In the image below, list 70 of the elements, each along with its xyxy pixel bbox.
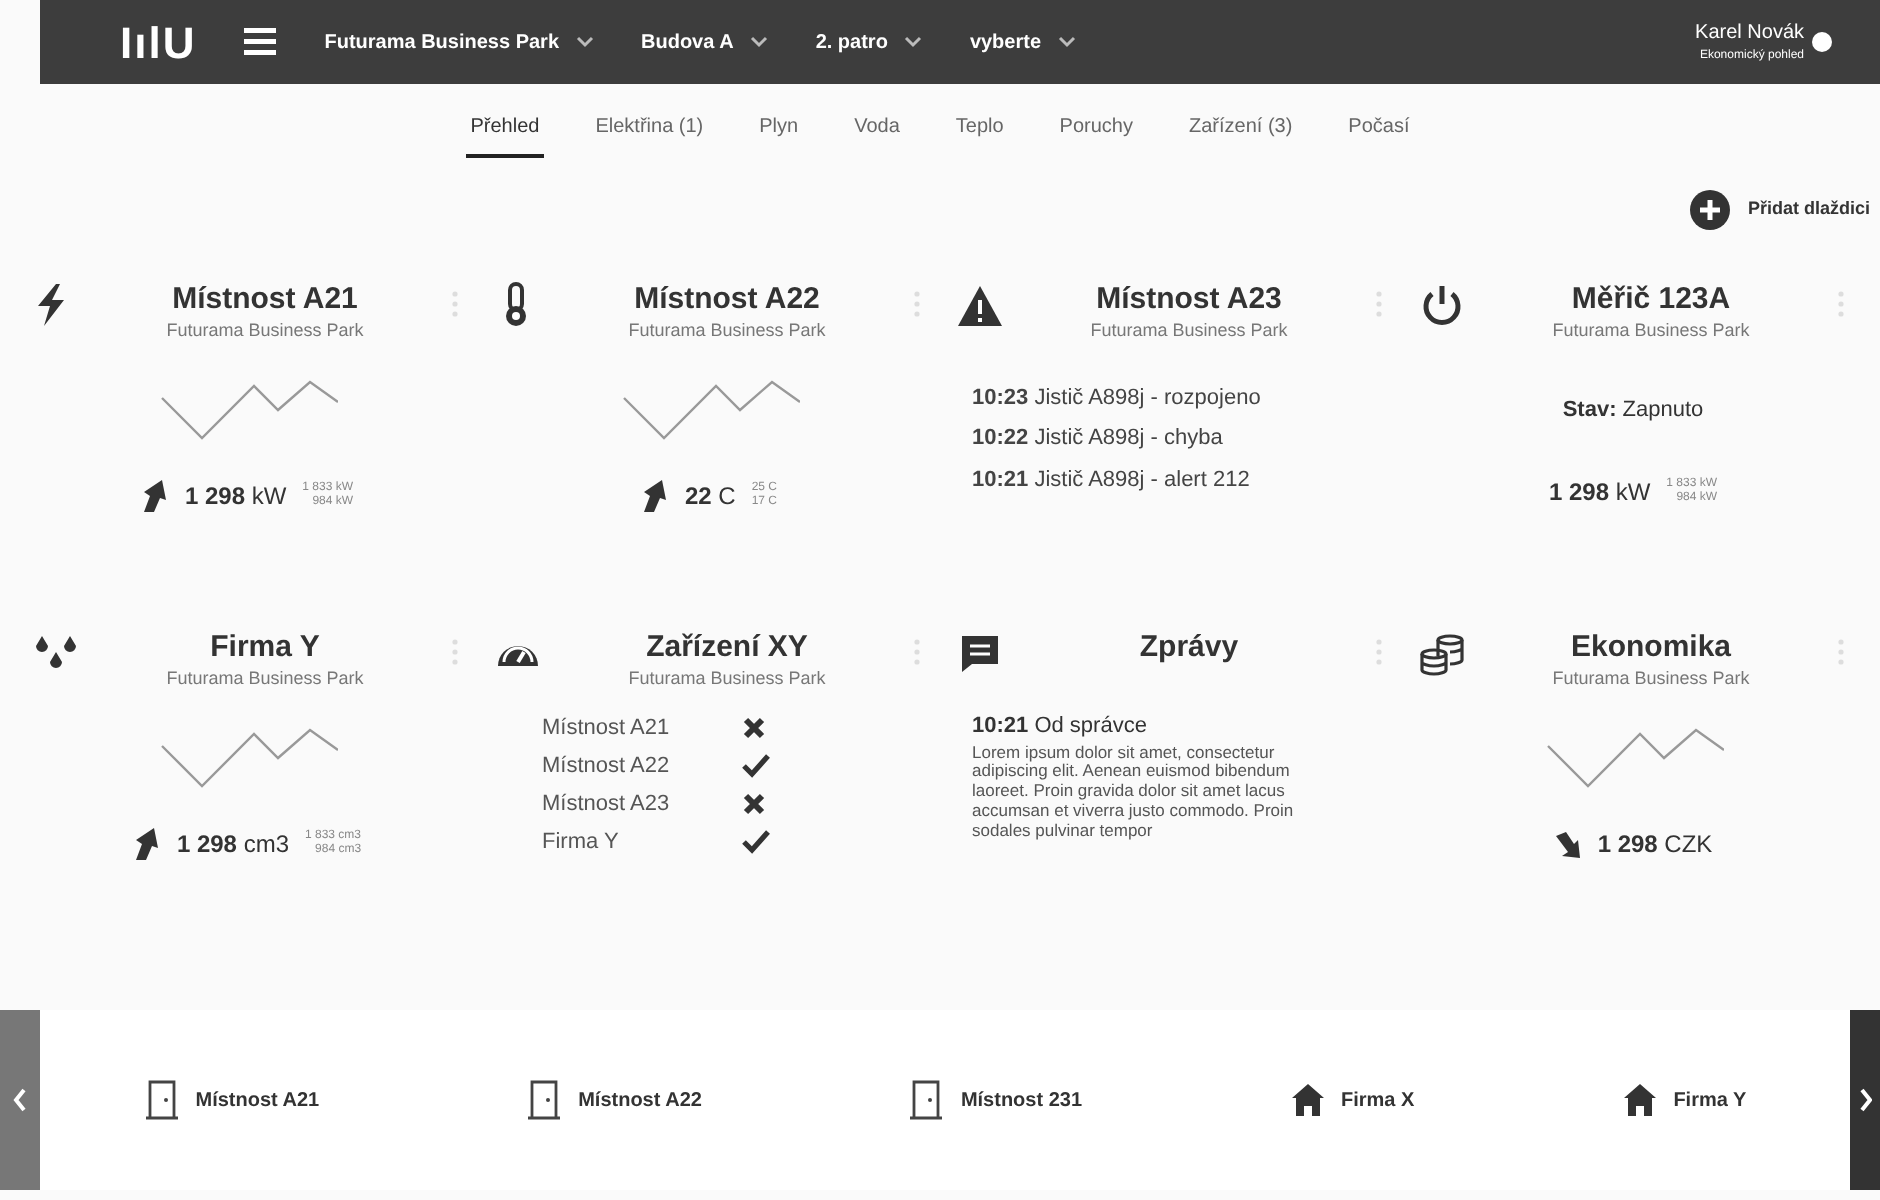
tile-title: Místnost A22 bbox=[634, 284, 820, 317]
previous-button[interactable] bbox=[0, 1010, 40, 1190]
chat-icon bbox=[956, 630, 1004, 678]
tile-title: Měřič 123A bbox=[1571, 284, 1731, 317]
place-link[interactable]: Místnost 231 bbox=[960, 1085, 1083, 1115]
add-tile-link[interactable]: Přidat dlaždici bbox=[1745, 194, 1872, 226]
tab[interactable]: Přehled bbox=[466, 100, 544, 158]
tile-title: Zařízení XY bbox=[646, 632, 808, 665]
tile-subtitle: Futurama Business Park bbox=[626, 318, 828, 344]
chevron-right-icon bbox=[1859, 1088, 1871, 1112]
tile-title: Ekonomika bbox=[1570, 632, 1732, 665]
chevron-left-icon bbox=[12, 1088, 28, 1112]
value-reading: 1 298 CZK bbox=[1597, 827, 1713, 861]
door-icon bbox=[143, 1080, 180, 1120]
device-name: Firma Y bbox=[542, 827, 621, 858]
tab[interactable]: Poruchy bbox=[1055, 100, 1137, 158]
tab[interactable]: Plyn bbox=[755, 100, 803, 158]
value-reading: 22 C bbox=[684, 479, 736, 513]
value-reading: 1 298 kW bbox=[184, 479, 287, 513]
tile-subtitle: Futurama Business Park bbox=[164, 318, 366, 344]
message-body: Lorem ipsum dolor sit amet, consectetur adipiscing elit. Aenean euismod bibendum laoreet. Proin gravida dolor sit amet lacus accumsan et viverra justo commodo. Proin sodales pulvinar tempor bbox=[970, 743, 1296, 841]
door-icon bbox=[526, 1080, 563, 1120]
chevron-down-icon[interactable] bbox=[1057, 36, 1076, 48]
status-text: Stav: Zapnuto bbox=[1560, 395, 1706, 425]
power-icon bbox=[1418, 282, 1466, 330]
place-link[interactable]: Místnost A22 bbox=[578, 1085, 702, 1115]
tile-title: Místnost A21 bbox=[172, 284, 358, 317]
device-name: Místnost A23 bbox=[542, 789, 672, 820]
place-link[interactable]: Firma Y bbox=[1673, 1085, 1747, 1115]
tab[interactable]: Voda bbox=[850, 100, 904, 158]
device-name: Místnost A22 bbox=[542, 751, 672, 782]
plus-circle-icon[interactable] bbox=[1689, 190, 1730, 230]
chevron-down-icon[interactable] bbox=[575, 36, 593, 48]
house-icon bbox=[1289, 1082, 1326, 1118]
tab[interactable]: Elektřina (1) bbox=[591, 100, 708, 158]
tab[interactable]: Teplo bbox=[951, 100, 1008, 158]
event-line: 10:21 Jistič A898j - alert 212 bbox=[972, 466, 1252, 497]
place-link[interactable]: Firma X bbox=[1341, 1085, 1415, 1115]
tile-subtitle: Futurama Business Park bbox=[1550, 318, 1752, 344]
breadcrumb-dropdown[interactable]: Budova A bbox=[641, 27, 734, 57]
tile-title: Zprávy bbox=[1139, 632, 1239, 665]
device-name: Místnost A21 bbox=[542, 713, 672, 744]
tile-title: Firma Y bbox=[210, 632, 320, 665]
tile-title: Místnost A23 bbox=[1096, 284, 1282, 317]
event-line: 10:22 Jistič A898j - chyba bbox=[972, 424, 1225, 455]
place-link[interactable]: Místnost A21 bbox=[195, 1085, 320, 1115]
tile-subtitle: Futurama Business Park bbox=[626, 666, 828, 692]
tab[interactable]: Zařízení (3) bbox=[1184, 100, 1297, 158]
chevron-down-icon[interactable] bbox=[749, 36, 768, 48]
breadcrumb-dropdown[interactable]: 2. patro bbox=[815, 27, 888, 57]
breadcrumb-dropdown[interactable]: vyberte bbox=[969, 27, 1042, 57]
tile-subtitle: Futurama Business Park bbox=[164, 666, 366, 692]
next-button[interactable] bbox=[1850, 1010, 1880, 1190]
event-line: 10:23 Jistič A898j - rozpojeno bbox=[972, 383, 1263, 413]
logo: IılU bbox=[120, 15, 197, 71]
tab[interactable]: Počasí bbox=[1344, 100, 1414, 158]
tile-subtitle: Futurama Business Park bbox=[1088, 318, 1290, 344]
value-reading: 1 298 kW bbox=[1548, 476, 1651, 510]
chevron-down-icon[interactable] bbox=[903, 36, 922, 48]
message-header: 10:21 Od správce bbox=[970, 712, 1149, 742]
warning-icon bbox=[956, 282, 1004, 330]
tile-subtitle: Futurama Business Park bbox=[1550, 666, 1752, 692]
menu-icon[interactable] bbox=[244, 28, 277, 56]
door-icon bbox=[908, 1080, 945, 1120]
avatar-icon[interactable] bbox=[1812, 32, 1832, 52]
coins-icon bbox=[1418, 630, 1466, 678]
house-icon bbox=[1621, 1082, 1658, 1118]
breadcrumb-dropdown[interactable]: Futurama Business Park bbox=[324, 27, 559, 57]
value-reading: 1 298 cm3 bbox=[176, 827, 289, 861]
user-name: Karel Novák bbox=[1695, 20, 1804, 48]
